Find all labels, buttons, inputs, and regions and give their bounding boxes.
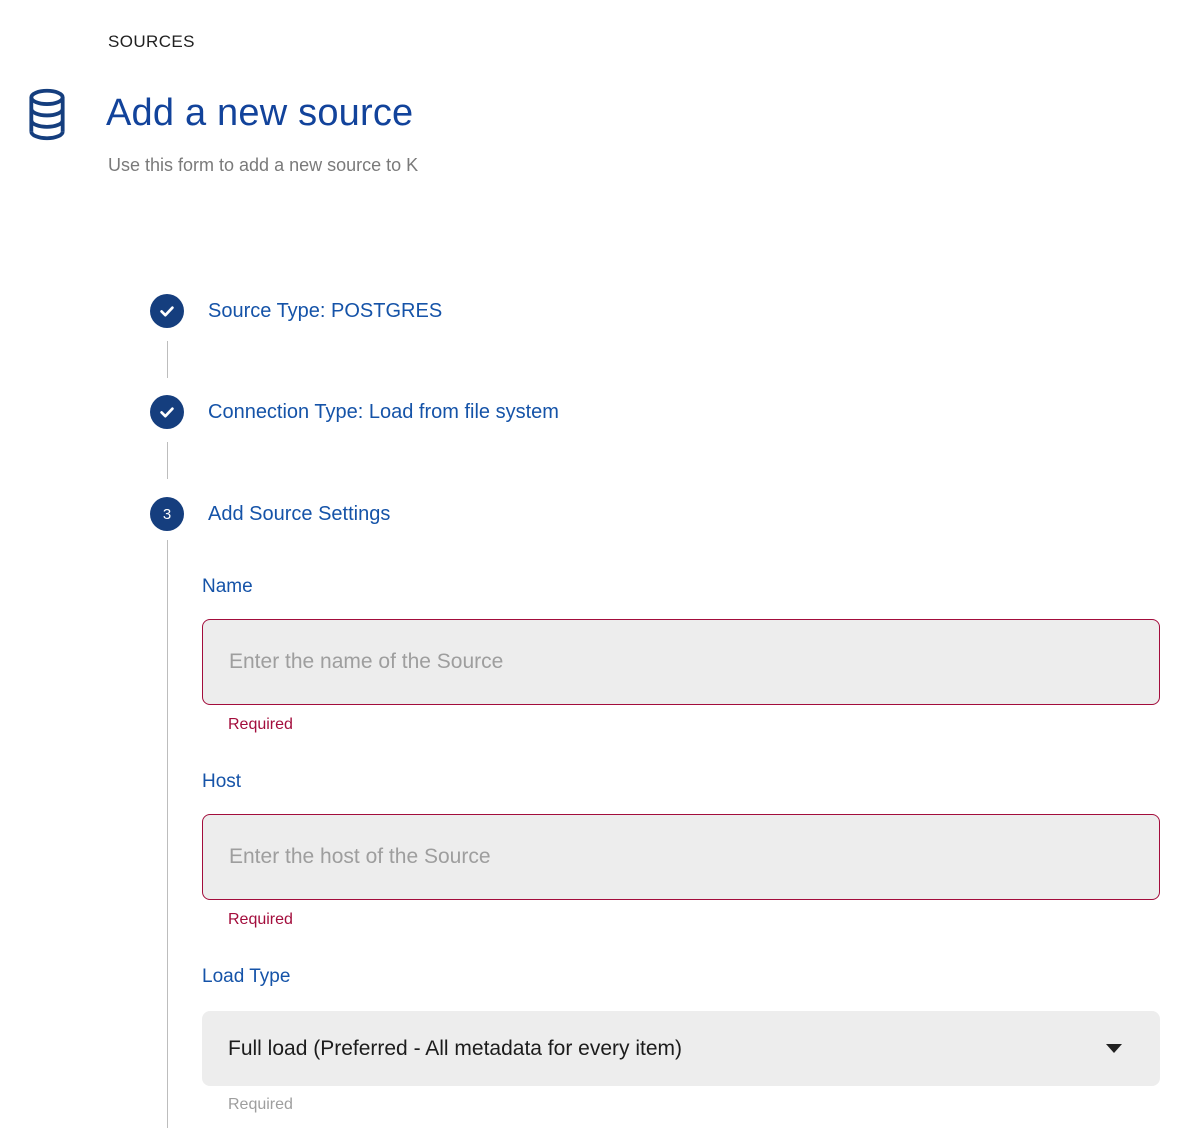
- load-type-field-label: Load Type: [202, 966, 290, 988]
- load-type-required-hint: Required: [228, 1096, 293, 1114]
- stepper-connector: [167, 341, 168, 378]
- step-3-number: 3: [163, 506, 171, 523]
- step-1-label[interactable]: Source Type: POSTGRES: [208, 294, 442, 328]
- step-1-completed-circle[interactable]: [150, 294, 184, 328]
- chevron-down-icon: [1106, 1044, 1122, 1053]
- host-input[interactable]: [202, 814, 1160, 900]
- page-title: Add a new source: [106, 92, 413, 135]
- name-field-label: Name: [202, 576, 253, 598]
- host-field-label: Host: [202, 771, 241, 793]
- breadcrumb[interactable]: SOURCES: [108, 32, 195, 52]
- step-2-completed-circle[interactable]: [150, 395, 184, 429]
- page-subtitle: Use this form to add a new source to K: [108, 155, 418, 176]
- stepper-connector: [167, 442, 168, 479]
- step-3-active-circle: 3: [150, 497, 184, 531]
- database-icon: [28, 88, 66, 141]
- name-input[interactable]: [202, 619, 1160, 705]
- check-icon: [157, 402, 177, 422]
- name-required-hint: Required: [228, 716, 293, 734]
- check-icon: [157, 301, 177, 321]
- add-source-page: { "header": { "breadcrumb": "SOURCES", "…: [0, 0, 1189, 1128]
- step-3-label: Add Source Settings: [208, 497, 390, 531]
- host-required-hint: Required: [228, 911, 293, 929]
- step-2-label[interactable]: Connection Type: Load from file system: [208, 395, 559, 429]
- load-type-select[interactable]: Full load (Preferred - All metadata for …: [202, 1011, 1160, 1086]
- load-type-selected-value: Full load (Preferred - All metadata for …: [228, 1037, 1106, 1061]
- stepper-connector: [167, 540, 168, 1128]
